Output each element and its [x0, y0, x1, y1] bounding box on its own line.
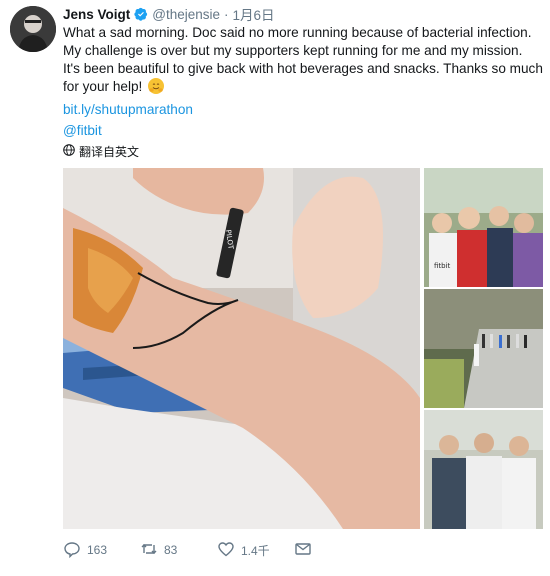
- retweet-count: 83: [164, 543, 178, 557]
- globe-icon: [63, 144, 75, 159]
- message-icon: [294, 540, 312, 561]
- tweet-text: What a sad morning. Doc said no more run…: [63, 24, 543, 96]
- translate-link[interactable]: 翻译自英文: [63, 143, 139, 160]
- action-bar: 163 83 1.4千: [63, 540, 371, 560]
- like-count: 1.4千: [241, 543, 270, 558]
- reply-button[interactable]: 163: [63, 540, 140, 561]
- retweet-button[interactable]: 83: [140, 540, 217, 561]
- photo-runners-road[interactable]: [424, 289, 543, 408]
- verified-badge-icon: [134, 7, 148, 21]
- header-separator: ·: [224, 6, 229, 22]
- retweet-icon: [140, 540, 158, 561]
- like-icon: [217, 540, 235, 561]
- translate-label: 翻译自英文: [79, 145, 140, 159]
- tweet-card: Jens Voigt @thejensie · 1月6日 What a sad …: [0, 0, 550, 576]
- hugging-emoji-icon: [148, 78, 165, 94]
- avatar[interactable]: [10, 6, 56, 52]
- like-button[interactable]: 1.4千: [217, 540, 294, 561]
- shirt-brand-text: fitbit: [434, 262, 451, 270]
- photo-supporters-group[interactable]: fitbit: [424, 168, 543, 287]
- tweet-date[interactable]: 1月6日: [233, 4, 275, 24]
- photo-leg-infection[interactable]: PILOT: [63, 168, 420, 529]
- handle[interactable]: @thejensie: [152, 7, 220, 22]
- shortlink[interactable]: bit.ly/shutupmarathon: [63, 99, 193, 120]
- direct-message-button[interactable]: [294, 540, 371, 561]
- tweet-body: What a sad morning. Doc said no more run…: [63, 25, 543, 94]
- tweet-header: Jens Voigt @thejensie · 1月6日: [63, 4, 275, 24]
- reply-count: 163: [87, 543, 108, 557]
- mention-link[interactable]: @fitbit: [63, 120, 193, 141]
- photo-three-men[interactable]: [424, 410, 543, 529]
- reply-icon: [63, 540, 81, 561]
- tweet-links: bit.ly/shutupmarathon @fitbit: [63, 99, 193, 141]
- display-name[interactable]: Jens Voigt: [63, 7, 130, 22]
